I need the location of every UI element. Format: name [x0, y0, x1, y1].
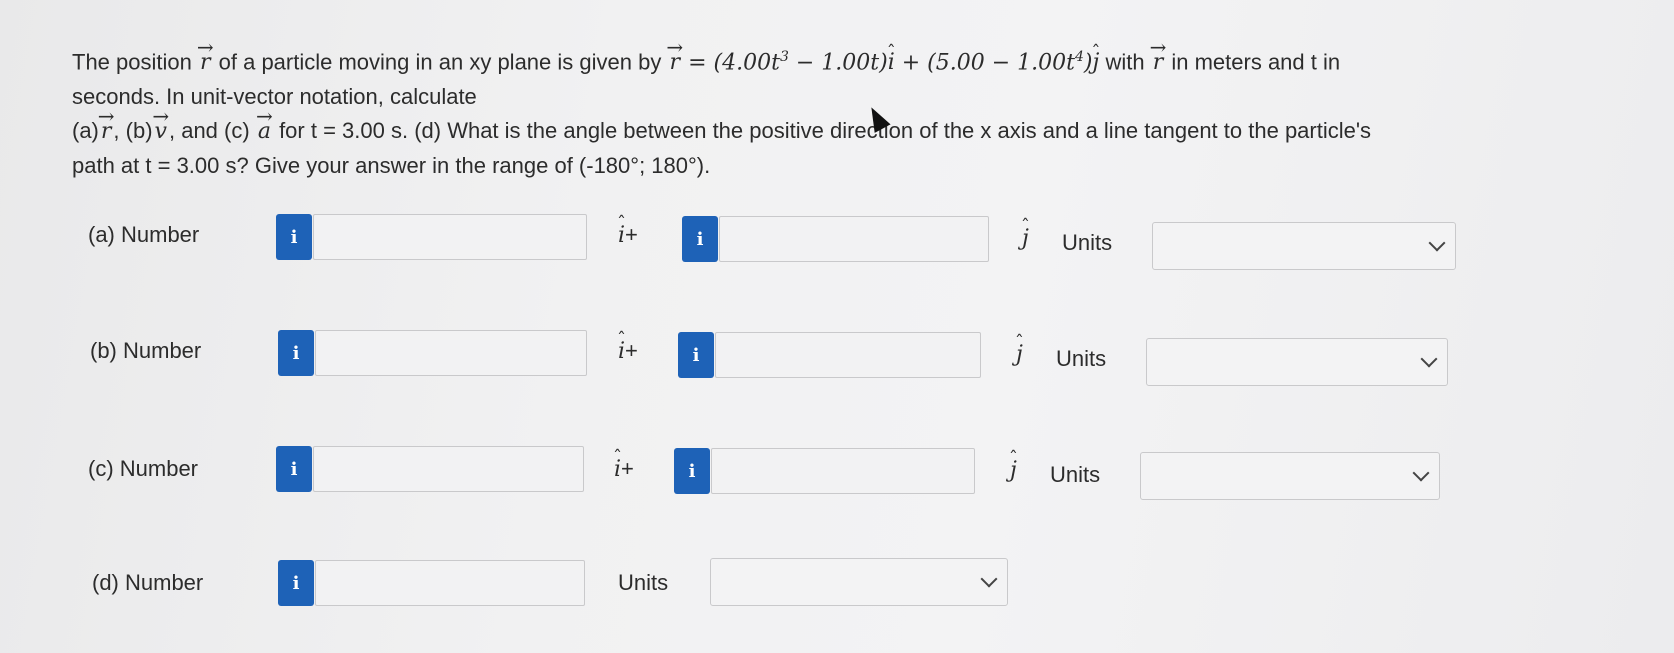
units-label: Units: [618, 570, 669, 595]
answer-b-j-input[interactable]: [715, 332, 981, 378]
problem-text: , and (c): [168, 118, 250, 144]
answer-a-j-input[interactable]: [719, 216, 989, 262]
r-vector-symbol: r: [1151, 46, 1166, 80]
problem-text: , (b): [113, 118, 153, 144]
i-hat-symbol: i: [618, 339, 625, 364]
units-dropdown[interactable]: [1146, 338, 1448, 386]
answer-c-j-input[interactable]: [711, 448, 975, 494]
j-hat-label: j: [1010, 458, 1017, 483]
v-vector-symbol: v: [153, 115, 169, 149]
problem-text: (a): [72, 118, 99, 144]
i-hat-label: i+: [614, 456, 634, 482]
j-hat-label: j: [1022, 226, 1029, 251]
exponent: 4: [1074, 49, 1084, 65]
chevron-down-icon: [980, 570, 998, 588]
i-hat-label: i+: [618, 222, 638, 248]
equation-part: + (5.00 − 1.00t: [894, 50, 1075, 76]
r-vector-symbol: r: [99, 115, 114, 149]
answer-b-i-input[interactable]: [315, 330, 587, 376]
answer-a-i-input[interactable]: [313, 214, 587, 260]
info-icon[interactable]: i: [276, 446, 312, 492]
j-hat-symbol: j: [1093, 46, 1100, 80]
plus-sign: +: [621, 456, 634, 481]
answer-c-i-input[interactable]: [313, 446, 584, 492]
equation-part: − 1.00t): [788, 50, 888, 76]
row-label: (d) Number: [92, 570, 204, 595]
problem-text: The position: [72, 49, 192, 75]
r-vector-symbol: r: [667, 46, 682, 80]
problem-line-2: seconds. In unit-vector notation, calcul…: [72, 84, 477, 110]
info-icon[interactable]: i: [674, 448, 710, 494]
problem-text: of a particle moving in an xy plane is g…: [218, 49, 662, 75]
chevron-down-icon: [1412, 464, 1430, 482]
chevron-down-icon: [1428, 234, 1446, 252]
i-hat-symbol: i: [614, 457, 621, 482]
units-dropdown[interactable]: [1140, 452, 1440, 500]
row-label: (c) Number: [88, 456, 199, 481]
a-vector-symbol: a: [256, 115, 273, 149]
problem-text: for t = 3.00 s. (d) What is the angle be…: [279, 118, 1372, 144]
answer-d-input[interactable]: [315, 560, 585, 606]
i-hat-symbol: i: [888, 46, 895, 80]
info-icon[interactable]: i: [276, 214, 312, 260]
equation-part: = (4.00t: [688, 50, 780, 76]
units-dropdown[interactable]: [710, 558, 1008, 606]
units-label: Units: [1062, 230, 1113, 255]
units-dropdown[interactable]: [1152, 222, 1456, 270]
plus-sign: +: [625, 222, 638, 247]
problem-text: with: [1105, 49, 1145, 75]
units-label: Units: [1056, 346, 1107, 371]
problem-text: in meters and t in: [1171, 49, 1341, 75]
info-icon[interactable]: i: [278, 560, 314, 606]
j-hat-symbol: j: [1022, 226, 1029, 251]
problem-line-4: path at t = 3.00 s? Give your answer in …: [72, 153, 711, 179]
row-label: (b) Number: [90, 338, 202, 363]
row-label: (a) Number: [88, 222, 200, 247]
r-vector-symbol: r: [198, 46, 213, 80]
info-icon[interactable]: i: [678, 332, 714, 378]
problem-line-3: (a)r, (b)v, and (c) a for t = 3.00 s. (d…: [72, 114, 1552, 149]
exponent: 3: [779, 49, 789, 65]
problem-line-1: The position r of a particle moving in a…: [72, 40, 1552, 80]
problem-statement: The position r of a particle moving in a…: [72, 40, 1552, 183]
j-hat-label: j: [1016, 342, 1023, 367]
info-icon[interactable]: i: [278, 330, 314, 376]
j-hat-symbol: j: [1016, 342, 1023, 367]
j-hat-symbol: j: [1010, 458, 1017, 483]
i-hat-label: i+: [618, 338, 638, 364]
i-hat-symbol: i: [618, 223, 625, 248]
plus-sign: +: [625, 338, 638, 363]
info-icon[interactable]: i: [682, 216, 718, 262]
chevron-down-icon: [1420, 350, 1438, 368]
units-label: Units: [1050, 462, 1101, 487]
